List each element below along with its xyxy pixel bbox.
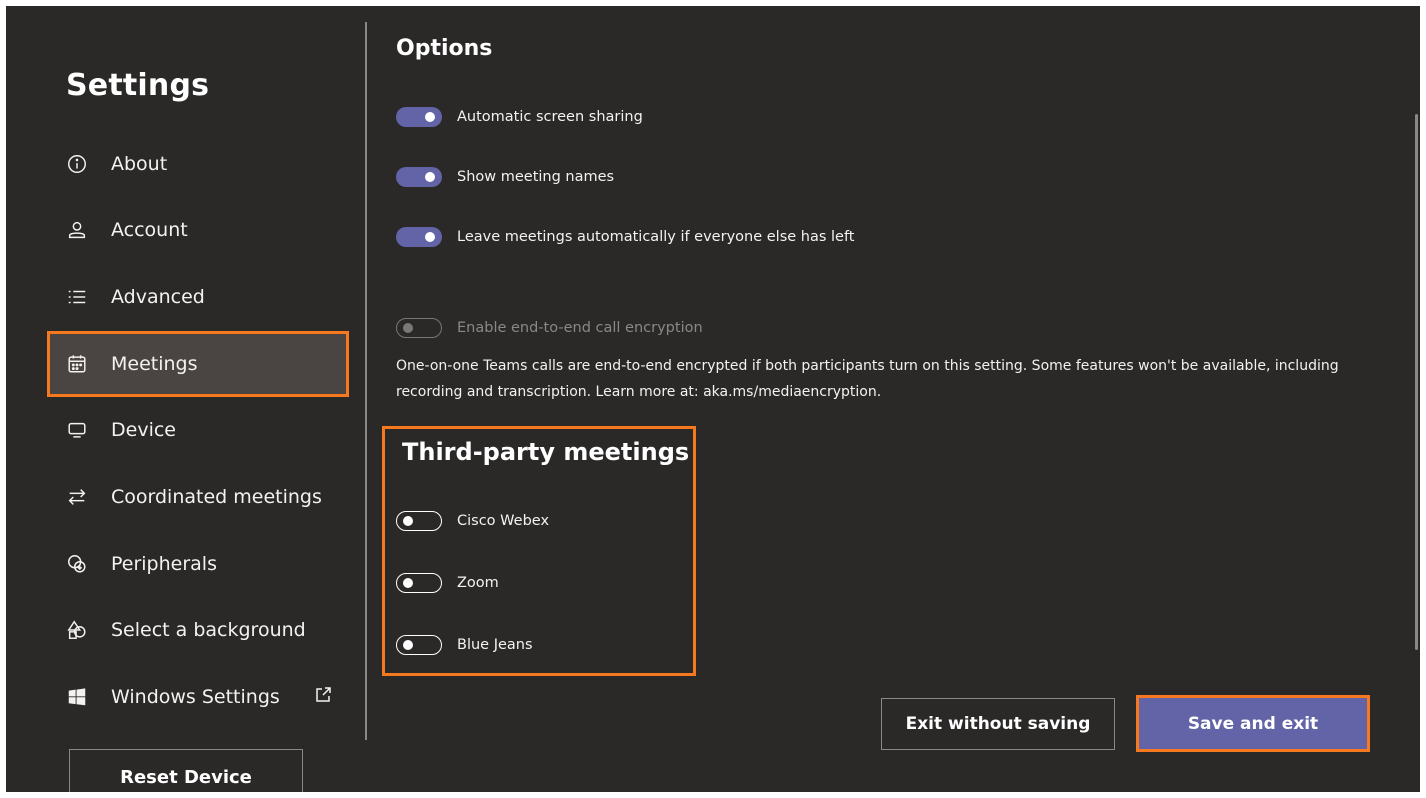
calendar-icon bbox=[65, 352, 89, 376]
sidebar-item-label: About bbox=[111, 153, 168, 175]
show-meeting-names-toggle[interactable] bbox=[396, 167, 442, 187]
sidebar-item-device[interactable]: Device bbox=[49, 399, 347, 461]
toggle-row-zoom: Zoom bbox=[396, 573, 499, 593]
toggle-row-automatic-screen-sharing: Automatic screen sharing bbox=[396, 107, 643, 127]
sidebar-item-label: Windows Settings bbox=[111, 686, 280, 708]
toggle-row-show-meeting-names: Show meeting names bbox=[396, 167, 614, 187]
toggle-label: Blue Jeans bbox=[457, 637, 533, 653]
windows-logo-icon bbox=[65, 685, 89, 709]
sidebar-item-advanced[interactable]: Advanced bbox=[49, 266, 347, 328]
toggle-label: Leave meetings automatically if everyone… bbox=[457, 229, 855, 245]
monitor-icon bbox=[65, 418, 89, 442]
blue-jeans-toggle[interactable] bbox=[396, 635, 442, 655]
scrollbar[interactable] bbox=[1415, 114, 1418, 650]
external-link-icon bbox=[313, 685, 333, 705]
end-to-end-encryption-toggle bbox=[396, 318, 442, 338]
sidebar-item-about[interactable]: About bbox=[49, 133, 347, 195]
toggle-row-blue-jeans: Blue Jeans bbox=[396, 635, 533, 655]
toggle-row-leave-meetings-automatically: Leave meetings automatically if everyone… bbox=[396, 227, 855, 247]
automatic-screen-sharing-toggle[interactable] bbox=[396, 107, 442, 127]
zoom-toggle[interactable] bbox=[396, 573, 442, 593]
save-and-exit-button[interactable]: Save and exit bbox=[1136, 695, 1370, 752]
encryption-description: One-on-one Teams calls are end-to-end en… bbox=[396, 358, 1339, 400]
sidebar-item-label: Meetings bbox=[111, 353, 198, 375]
toggle-label: Show meeting names bbox=[457, 169, 615, 185]
sidebar-item-coordinated-meetings[interactable]: Coordinated meetings bbox=[49, 466, 347, 528]
toggle-label: Enable end-to-end call encryption bbox=[457, 320, 703, 336]
sidebar-divider bbox=[365, 22, 367, 740]
leave-meetings-automatically-toggle[interactable] bbox=[396, 227, 442, 247]
toggle-label: Cisco Webex bbox=[457, 513, 550, 529]
toggle-row-cisco-webex: Cisco Webex bbox=[396, 511, 549, 531]
toggle-label: Automatic screen sharing bbox=[457, 109, 643, 125]
sidebar-item-label: Peripherals bbox=[111, 553, 217, 575]
sidebar-item-select-background[interactable]: Select a background bbox=[49, 599, 347, 661]
toggle-row-end-to-end-encryption: Enable end-to-end call encryption bbox=[396, 318, 703, 338]
peripherals-icon bbox=[65, 552, 89, 576]
sidebar-item-label: Device bbox=[111, 419, 176, 441]
shapes-icon bbox=[65, 618, 89, 642]
reset-device-button[interactable]: Reset Device bbox=[69, 749, 303, 792]
settings-content: Options Automatic screen sharing Show me… bbox=[382, 6, 1396, 792]
person-icon bbox=[65, 218, 89, 242]
sidebar-item-windows-settings[interactable]: Windows Settings bbox=[49, 666, 347, 728]
arrows-swap-icon bbox=[65, 485, 89, 509]
sidebar-item-label: Advanced bbox=[111, 286, 205, 308]
settings-title: Settings bbox=[66, 68, 210, 103]
sidebar-item-label: Coordinated meetings bbox=[111, 486, 322, 508]
sidebar-item-account[interactable]: Account bbox=[49, 199, 347, 261]
list-icon bbox=[65, 285, 89, 309]
sidebar-item-meetings[interactable]: Meetings bbox=[47, 331, 349, 397]
settings-window: Settings About Account Advanced Meetings bbox=[6, 6, 1420, 792]
exit-without-saving-button[interactable]: Exit without saving bbox=[881, 698, 1115, 750]
info-icon bbox=[65, 152, 89, 176]
toggle-label: Zoom bbox=[457, 575, 499, 591]
sidebar-item-peripherals[interactable]: Peripherals bbox=[49, 533, 347, 595]
settings-sidebar: Settings About Account Advanced Meetings bbox=[6, 6, 366, 792]
sidebar-item-label: Account bbox=[111, 219, 188, 241]
cisco-webex-toggle[interactable] bbox=[396, 511, 442, 531]
options-heading: Options bbox=[396, 36, 493, 61]
sidebar-item-label: Select a background bbox=[111, 619, 306, 641]
third-party-meetings-heading: Third-party meetings bbox=[402, 438, 690, 466]
